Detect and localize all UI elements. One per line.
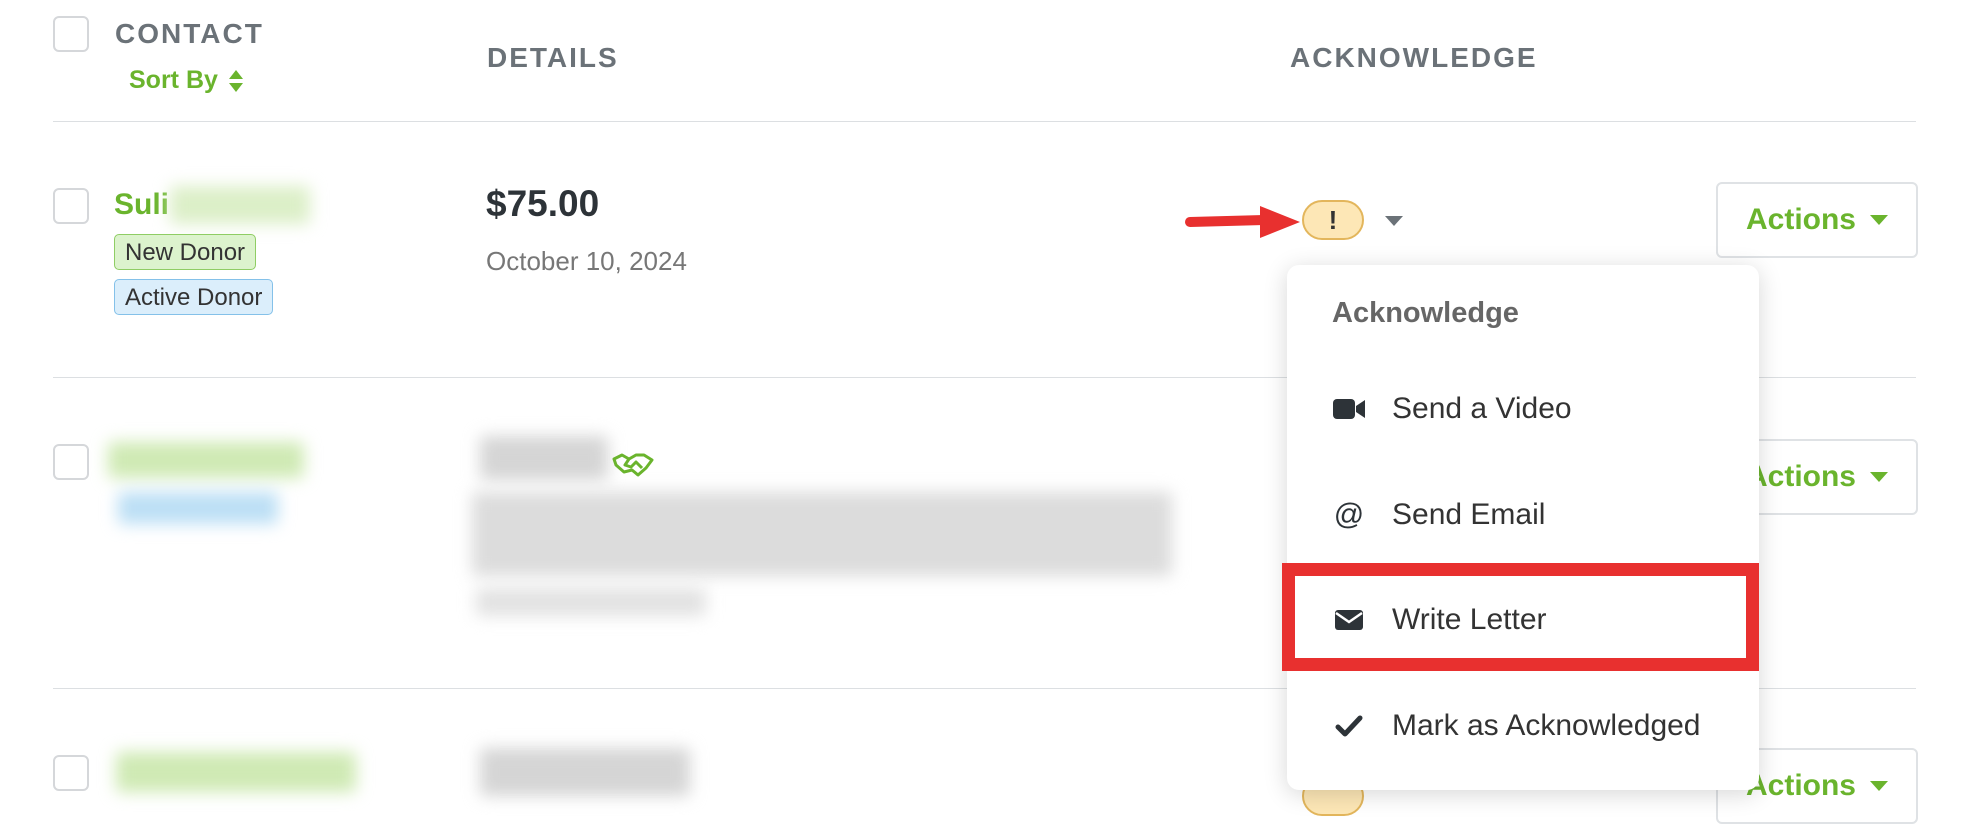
warning-icon: ! — [1328, 204, 1338, 235]
send-email-menu-item[interactable]: @ Send Email — [1287, 470, 1759, 560]
redacted-amount — [480, 748, 690, 796]
acknowledge-column-header: ACKNOWLEDGE — [1290, 42, 1538, 73]
actions-button-label: Actions — [1745, 460, 1856, 493]
redacted-badge — [118, 492, 278, 524]
sort-by-label: Sort By — [129, 66, 218, 94]
send-video-menu-item[interactable]: Send a Video — [1287, 364, 1759, 454]
checkmark-icon — [1332, 709, 1366, 743]
donation-amount: $75.00 — [486, 183, 600, 224]
redacted-surname — [170, 186, 310, 224]
menu-item-label: Send Email — [1392, 498, 1546, 531]
row-checkbox[interactable] — [53, 444, 89, 480]
redacted-date — [476, 588, 706, 616]
acknowledge-dropdown-toggle[interactable] — [1385, 213, 1403, 231]
chevron-down-icon — [1870, 215, 1888, 225]
redacted-note — [472, 492, 1172, 576]
acknowledge-dropdown-menu: Acknowledge Send a Video @ Send Email Wr… — [1287, 265, 1759, 790]
donation-date: October 10, 2024 — [486, 246, 687, 276]
row-checkbox[interactable] — [53, 755, 89, 791]
menu-item-label: Send a Video — [1392, 392, 1572, 425]
redacted-amount — [480, 436, 608, 480]
actions-button-label: Actions — [1745, 203, 1856, 236]
video-camera-icon — [1332, 392, 1366, 426]
menu-item-label: Mark as Acknowledged — [1392, 709, 1701, 742]
acknowledge-status-badge[interactable]: ! — [1302, 200, 1364, 240]
mark-acknowledged-menu-item[interactable]: Mark as Acknowledged — [1287, 681, 1759, 771]
at-sign-icon: @ — [1333, 498, 1365, 531]
redacted-contact-name — [108, 442, 304, 478]
details-column-header: DETAILS — [487, 42, 619, 73]
contact-column-header: CONTACT — [115, 18, 264, 49]
dropdown-title: Acknowledge — [1332, 297, 1519, 329]
redacted-contact-name — [116, 752, 356, 792]
chevron-down-icon — [1870, 472, 1888, 482]
contact-name-link[interactable]: Suli — [114, 188, 169, 222]
red-arrow-annotation — [1185, 206, 1300, 238]
chevron-down-icon — [1870, 781, 1888, 791]
new-donor-badge: New Donor — [114, 234, 257, 270]
sort-icon — [228, 69, 243, 92]
active-donor-badge: Active Donor — [114, 279, 274, 315]
row-checkbox[interactable] — [53, 188, 89, 224]
chevron-down-icon — [1385, 216, 1403, 226]
select-all-checkbox[interactable] — [53, 16, 89, 52]
actions-button[interactable]: Actions — [1716, 182, 1918, 258]
handshake-icon — [612, 453, 654, 477]
sort-by-button[interactable]: Sort By — [129, 66, 244, 95]
highlight-annotation-box — [1282, 563, 1759, 671]
header-divider — [53, 121, 1916, 122]
